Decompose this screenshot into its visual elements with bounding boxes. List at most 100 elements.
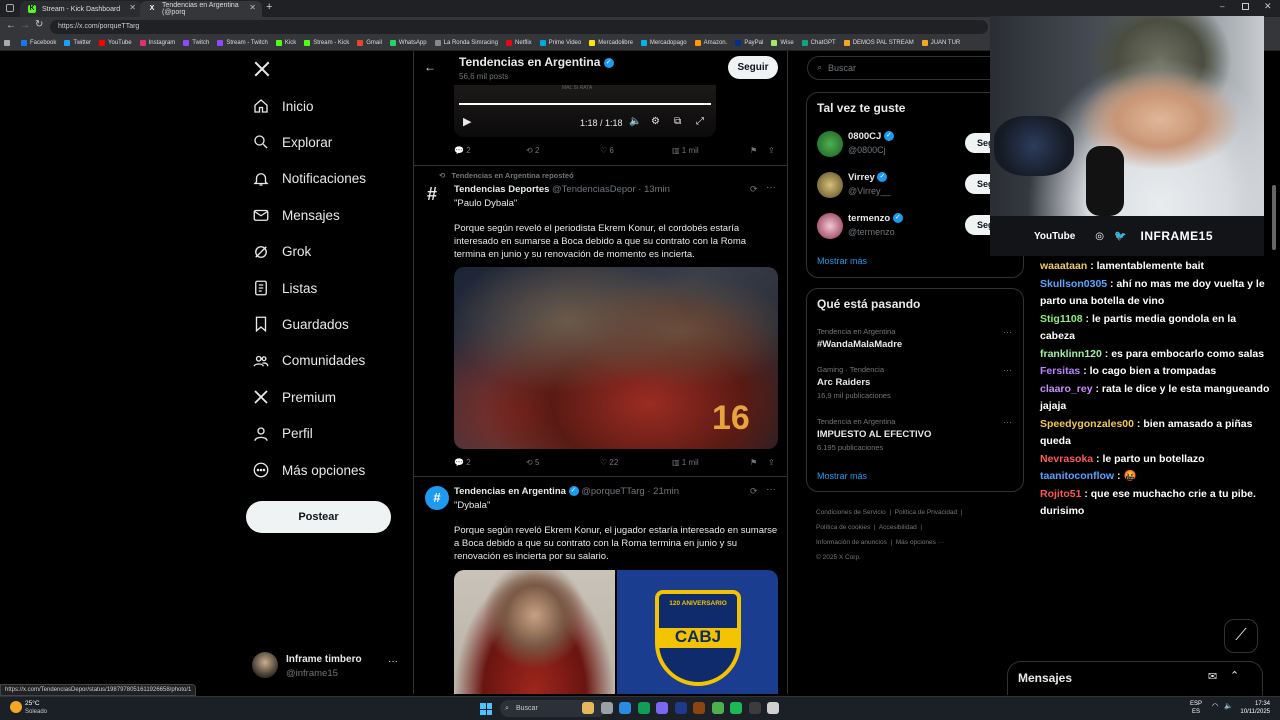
author-handle[interactable]: @porqueTTarg [581, 486, 645, 497]
nav-item-inicio[interactable]: Inicio [252, 94, 314, 118]
weather-icon[interactable] [10, 701, 22, 713]
chat-username[interactable]: Fersitas [1040, 365, 1080, 377]
more-icon[interactable]: ··· [388, 656, 398, 667]
follow-button[interactable]: Seguir [728, 56, 778, 79]
video-player[interactable]: MAL SI RATA ▶ 1:18 / 1:18 🔈 ⚙ ⧉ ⤢ [454, 85, 716, 137]
author-name[interactable]: Tendencias en Argentina [454, 486, 566, 497]
task-view-icon[interactable] [600, 702, 613, 714]
chat-username[interactable]: claaro_rey [1040, 383, 1093, 395]
app-icon[interactable] [693, 702, 705, 714]
more-icon[interactable]: ··· [766, 182, 776, 193]
x-logo-icon[interactable] [253, 60, 273, 80]
nav-item-mensajes[interactable]: Mensajes [252, 203, 340, 227]
more-icon[interactable]: ··· [766, 484, 776, 495]
footer-link[interactable]: Política de Privacidad [895, 509, 958, 516]
tweet-photo[interactable]: 16 [454, 267, 778, 449]
footer-link[interactable]: Condiciones de Servicio [816, 509, 886, 516]
settings-icon[interactable]: ⚙ [651, 116, 660, 127]
author-avatar[interactable]: # [425, 486, 449, 510]
chat-username[interactable]: Nevrasoka [1040, 453, 1093, 465]
nav-item-premium[interactable]: Premium [252, 385, 336, 409]
new-message-icon[interactable]: ✉ [1208, 670, 1217, 683]
forward-icon[interactable]: → [20, 20, 30, 31]
expand-icon[interactable]: ⌃ [1230, 669, 1239, 682]
news-widget-icon[interactable] [582, 702, 594, 714]
grok-float-button[interactable]: ⟋ [1224, 619, 1258, 653]
chat-username[interactable]: taanitoconflow [1040, 470, 1114, 482]
back-icon[interactable]: ← [6, 20, 16, 31]
volume-icon[interactable]: 🔈 [629, 116, 641, 127]
explorer-icon[interactable] [619, 702, 631, 714]
bookmark-item[interactable]: Stream - Twitch [217, 40, 268, 46]
nav-item-comunidades[interactable]: Comunidades [252, 349, 365, 373]
close-icon[interactable]: ✕ [129, 3, 136, 12]
like-icon[interactable]: ♡ 22 [600, 458, 672, 467]
bookmark-item[interactable]: DEMOS PAL STREAM [843, 40, 914, 46]
more-icon[interactable]: ··· [1003, 365, 1012, 375]
grok-icon[interactable]: ⟳ [750, 486, 758, 497]
bookmark-item[interactable]: WhatsApp [389, 40, 427, 46]
author-name[interactable]: Tendencias Deportes [454, 184, 549, 195]
chat-username[interactable]: Skullson0305 [1040, 278, 1107, 290]
views-icon[interactable]: ▥ 1 mil [672, 146, 750, 155]
nav-item-explorar[interactable]: Explorar [252, 130, 332, 154]
chat-username[interactable]: Stig1108 [1040, 313, 1083, 325]
trend-item[interactable]: Gaming · Tendencia Arc Raiders ··· 16,9 mil… [807, 365, 1025, 409]
show-more-link[interactable]: Mostrar más [817, 256, 867, 266]
page-scrollbar[interactable] [1272, 185, 1276, 250]
account-switcher[interactable]: Inframe timbero @inframe15 ··· [252, 652, 402, 680]
views-icon[interactable]: ▥ 1 mil [672, 458, 750, 467]
reply-icon[interactable]: 💬 2 [454, 146, 526, 155]
bookmark-item[interactable]: Mercadopago [640, 40, 687, 46]
bookmark-item[interactable]: JUAN TUR [921, 40, 960, 46]
spotify-icon[interactable] [730, 702, 742, 714]
post-button[interactable]: Postear [246, 501, 391, 533]
back-arrow-icon[interactable]: ← [424, 60, 436, 74]
video-progress[interactable] [459, 103, 711, 105]
repost-icon[interactable]: ⟲ 5 [526, 458, 600, 467]
bookmark-item[interactable]: Prime Video [539, 40, 581, 46]
discord-icon[interactable] [656, 702, 668, 714]
nav-item-perfil[interactable]: Perfil [252, 422, 313, 446]
trend-item[interactable]: Tendencia en Argentina IMPUESTO AL EFECTI… [807, 417, 1025, 461]
reload-icon[interactable]: ↻ [35, 19, 43, 30]
app-icon[interactable] [748, 702, 761, 714]
bookmark-item[interactable]: Twitter [64, 40, 91, 46]
bookmark-item[interactable]: YouTube [99, 40, 132, 46]
tweet-photo-boca[interactable]: 120 ANIVERSARIO CABJ [617, 570, 778, 694]
start-icon[interactable] [480, 703, 492, 715]
bookmark-item[interactable]: Mercadolibre [589, 40, 633, 46]
new-tab-icon[interactable]: + [266, 1, 272, 13]
bookmark-item[interactable]: La Ronda Simracing [434, 40, 498, 46]
share-icon[interactable]: ⇪ [768, 146, 775, 155]
minimize-icon[interactable]: – [1220, 2, 1224, 11]
close-icon[interactable]: ✕ [249, 3, 256, 12]
steam-icon[interactable] [674, 702, 687, 714]
bookmark-item[interactable]: ChatGPT [801, 40, 836, 46]
chat-username[interactable]: franklinn120 [1040, 348, 1102, 360]
more-icon[interactable]: ··· [1003, 327, 1012, 337]
reply-icon[interactable]: 💬 2 [454, 458, 526, 467]
tab-search-icon[interactable] [6, 4, 14, 12]
chat-username[interactable]: Rojito51 [1040, 488, 1081, 500]
fullscreen-icon[interactable]: ⤢ [696, 116, 704, 127]
chat-username[interactable]: waaataan [1040, 260, 1087, 272]
tab-kick-dashboard[interactable]: K Stream - Kick Dashboard ✕ [20, 1, 142, 17]
pip-icon[interactable]: ⧉ [674, 116, 681, 127]
nav-item-listas[interactable]: Listas [252, 276, 317, 300]
app-icon[interactable] [711, 702, 724, 714]
volume-icon[interactable]: 🔈 [1224, 702, 1233, 710]
hashtag-avatar[interactable]: # [427, 184, 447, 206]
show-more-link[interactable]: Mostrar más [817, 471, 867, 481]
address-bar[interactable]: https://x.com/porqueTTarg [50, 20, 988, 34]
footer-link[interactable]: Accesibilidad [879, 524, 917, 531]
bookmark-item[interactable]: Stream - Kick [304, 40, 349, 46]
apps-icon[interactable] [4, 40, 13, 46]
app-icon[interactable] [767, 702, 779, 714]
bookmark-item[interactable]: PayPal [735, 40, 763, 46]
messages-drawer[interactable]: Mensajes ✉ ⌃ [1007, 661, 1263, 695]
footer-link[interactable]: Información de anuncios [816, 539, 887, 546]
nav-item-guardados[interactable]: Guardados [252, 312, 349, 336]
grok-icon[interactable]: ⟳ [750, 184, 758, 195]
bookmark-item[interactable]: Gmail [357, 40, 382, 46]
